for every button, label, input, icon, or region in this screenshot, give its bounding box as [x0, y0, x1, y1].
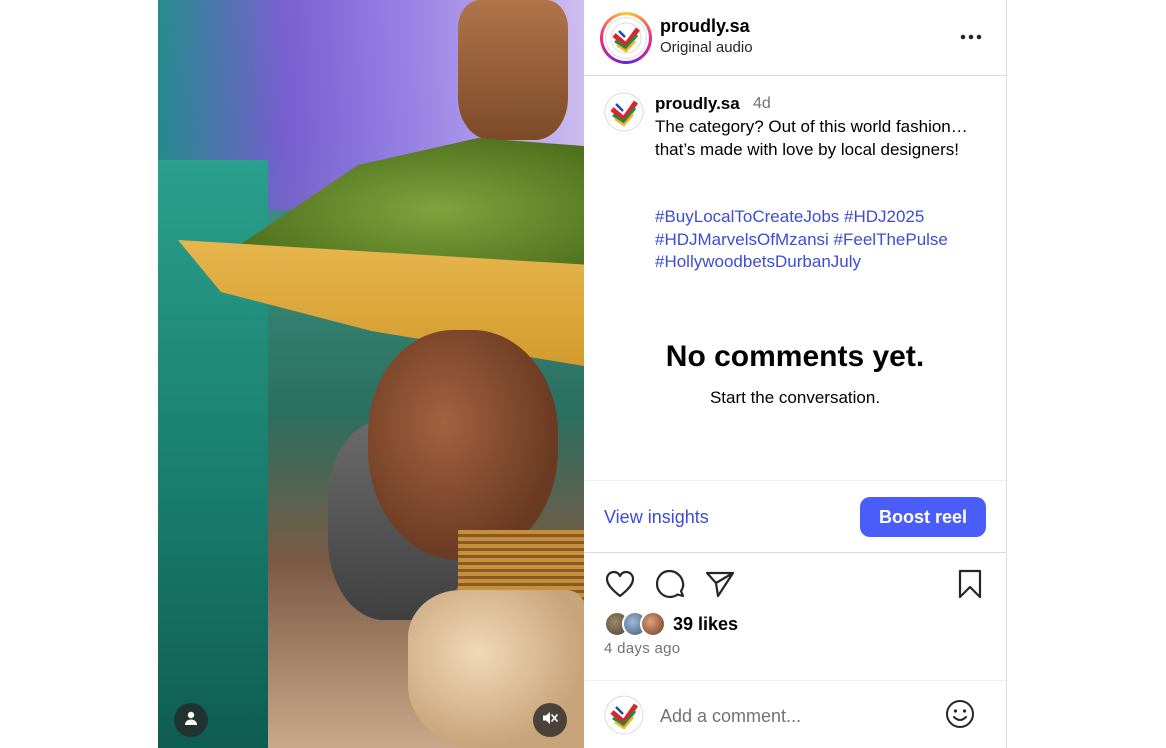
liker-avatar: [640, 611, 666, 637]
view-insights-link[interactable]: View insights: [604, 507, 709, 528]
save-button[interactable]: [954, 569, 986, 604]
likes-count[interactable]: 39 likes: [673, 614, 738, 635]
like-button[interactable]: [604, 570, 636, 602]
comment-button[interactable]: [654, 569, 686, 604]
send-icon: [705, 570, 735, 603]
caption-username[interactable]: proudly.sa: [655, 94, 740, 114]
comment-input[interactable]: [660, 703, 930, 729]
header-username[interactable]: proudly.sa: [660, 16, 750, 37]
hashtag-link[interactable]: #HDJ2025: [844, 207, 924, 226]
profile-avatar[interactable]: [600, 12, 652, 64]
no-comments-title: No comments yet.: [665, 340, 925, 373]
proudly-sa-logo: [605, 17, 647, 59]
posted-ago: 4 days ago: [604, 640, 681, 657]
post-details-panel: proudly.sa Original audio proudly.sa 4d …: [584, 0, 1007, 748]
caption-timestamp[interactable]: 4d: [753, 95, 771, 113]
bookmark-icon: [957, 569, 983, 604]
original-audio-link[interactable]: Original audio: [660, 39, 753, 56]
hashtag-link[interactable]: #HollywoodbetsDurbanJuly: [655, 252, 861, 271]
more-options-button[interactable]: [956, 24, 986, 48]
caption-avatar[interactable]: [604, 92, 644, 132]
heart-icon: [605, 570, 635, 603]
boost-reel-button[interactable]: Boost reel: [860, 497, 986, 537]
video-face: [368, 330, 558, 560]
tagged-users-button[interactable]: [174, 703, 208, 737]
caption-text: The category? Out of this world fashion……: [655, 117, 968, 159]
post-header: proudly.sa Original audio: [584, 0, 1006, 76]
video-hat-figurine: [458, 0, 568, 140]
no-comments-subtitle: Start the conversation.: [709, 388, 881, 407]
more-options-icon: [960, 27, 982, 45]
emoji-icon: [945, 699, 975, 734]
comment-icon: [655, 569, 685, 604]
insights-bar: View insights Boost reel: [584, 480, 1006, 553]
add-comment-row: [584, 680, 1006, 748]
hashtag-link[interactable]: #BuyLocalToCreateJobs: [655, 207, 839, 226]
hashtag-link[interactable]: #HDJMarvelsOfMzansi: [655, 230, 829, 249]
user-icon: [183, 710, 199, 731]
share-button[interactable]: [704, 570, 736, 602]
hashtag-link[interactable]: #FeelThePulse: [834, 230, 948, 249]
caption-hashtags: #BuyLocalToCreateJobs #HDJ2025 #HDJMarve…: [655, 206, 995, 274]
reel-video[interactable]: [158, 0, 584, 748]
muted-speaker-icon: [541, 709, 559, 732]
current-user-avatar: [604, 695, 644, 735]
mute-toggle-button[interactable]: [533, 703, 567, 737]
liked-by-avatars[interactable]: [604, 611, 668, 637]
emoji-button[interactable]: [944, 699, 976, 734]
